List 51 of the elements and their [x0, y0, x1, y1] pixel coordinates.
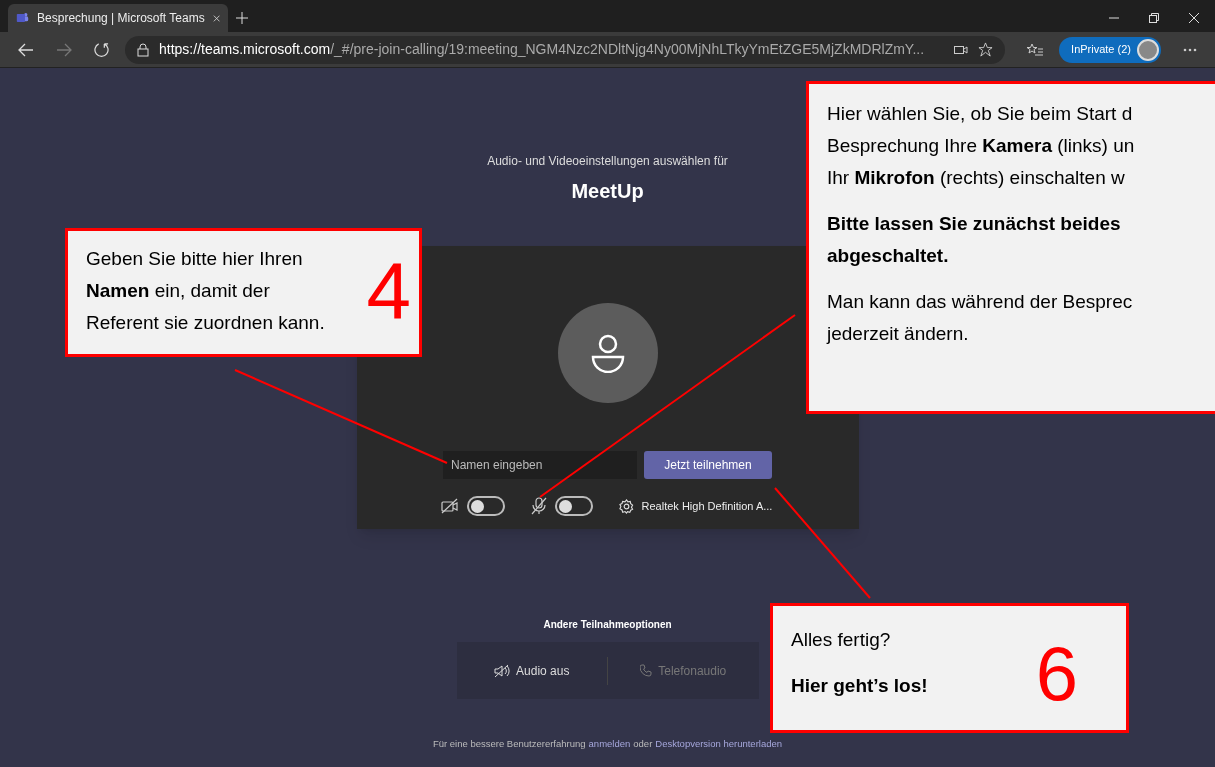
camera-off-icon — [440, 498, 459, 514]
option-button[interactable]: Audio aus — [456, 661, 607, 680]
refresh-icon[interactable] — [94, 42, 109, 57]
microphone-off-icon — [530, 497, 547, 515]
star-icon[interactable] — [978, 42, 994, 57]
step-number: 4 — [366, 251, 411, 331]
new-tab-icon[interactable] — [236, 12, 248, 24]
subtitle: Audio- und Videoeinstellungen auswählen für — [487, 153, 728, 170]
lock-icon — [137, 42, 149, 57]
phone-icon — [640, 664, 653, 677]
join-button[interactable]: Jetzt teilnehmen — [644, 451, 772, 479]
download-link[interactable]: Desktopversion herunterladen — [655, 737, 783, 752]
callout-text: Namen ein, damit der — [86, 279, 270, 303]
callout-text: Alles fertig? — [791, 628, 891, 652]
callout-text: Bitte lassen Sie zunächst beides — [827, 212, 1121, 236]
back-icon[interactable] — [18, 42, 34, 57]
person-icon — [589, 333, 626, 373]
meeting-title: MeetUp — [571, 179, 644, 204]
name-input[interactable]: Namen eingeben — [443, 451, 637, 479]
settings-icon[interactable] — [618, 498, 634, 514]
toggle-switch[interactable] — [466, 496, 505, 516]
footer-text: Für eine bessere Benutzererfahrung — [432, 737, 586, 751]
footer-text: oder — [633, 737, 653, 751]
callout-text: Referent sie zuordnen kann. — [86, 311, 325, 335]
forward-icon[interactable] — [56, 42, 72, 57]
callout-text: Ihr Mikrofon (rechts) einschalten w — [827, 166, 1125, 190]
speaker-off-icon — [494, 663, 511, 678]
callout-text: Hier geht’s los! — [791, 674, 928, 698]
avatar-icon — [1137, 38, 1159, 61]
sign-in-link[interactable]: anmelden — [588, 737, 631, 752]
callout-text: Man kann das während der Besprec — [827, 290, 1133, 314]
options-title: Andere Teilnahmeoptionen — [543, 618, 672, 632]
url-field[interactable]: https://teams.microsoft.com/_#/pre-join-calling/19:meeting_NGM4Nzc2NDltNjg4Ny00MjNhLTkyYmEtZGE5MjZkMDRlZmY... — [125, 35, 1006, 64]
callout-text: Geben Sie bitte hier Ihren — [86, 247, 303, 271]
browser-tab[interactable]: Besprechung | Microsoft Teams — [8, 4, 228, 32]
restore-icon[interactable] — [1149, 13, 1159, 23]
favorites-icon[interactable] — [1027, 42, 1044, 57]
teams-logo-icon — [16, 11, 30, 25]
callout-text: Besprechung Ihre Kamera (links) un — [827, 134, 1135, 158]
inprivate-button[interactable]: InPrivate (2) — [1059, 36, 1161, 63]
close-icon[interactable] — [1189, 13, 1199, 23]
toggle-switch[interactable] — [554, 496, 593, 516]
tab-title: Besprechung | Microsoft Teams — [37, 10, 205, 27]
video-icon[interactable] — [954, 44, 969, 55]
more-icon[interactable] — [1183, 47, 1197, 52]
callout-text: jederzeit ändern. — [827, 322, 969, 346]
callout-text: Hier wählen Sie, ob Sie beim Start d — [827, 102, 1133, 126]
callout-text: abgeschaltet. — [827, 244, 949, 268]
step-number: 6 — [1035, 636, 1078, 712]
url-text: https://teams.microsoft.com/_#/pre-join-calling/19:meeting_NGM4Nzc2NDltNjg4Ny00MjNhLTkyYmEtZGE5MjZkMDRlZmY... — [159, 40, 926, 59]
device-label[interactable]: Realtek High Definition A... — [641, 497, 773, 515]
